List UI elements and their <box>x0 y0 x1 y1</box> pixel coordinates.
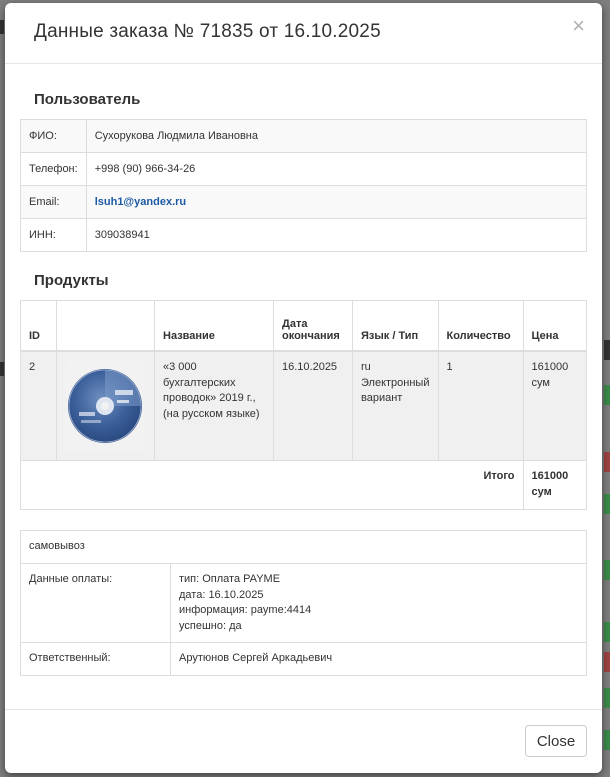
product-lang: ru <box>361 361 371 373</box>
user-section-title: Пользователь <box>34 91 141 108</box>
inn-label: ИНН: <box>20 218 87 252</box>
product-type: Электронный вариант <box>361 376 430 405</box>
modal-body: Пользователь ФИО: Сухорукова Людмила Ива… <box>5 64 602 676</box>
col-image <box>56 300 155 352</box>
product-id: 2 <box>20 350 57 461</box>
background-edge <box>604 730 610 750</box>
table-row: 2 «3 000 бухгалтерских проводок» 2019 г.… <box>20 350 587 461</box>
table-header-row: ID Название Дата окончания Язык / Тип Кол… <box>20 300 587 352</box>
col-id: ID <box>20 300 57 352</box>
background-edge <box>604 652 610 672</box>
total-value: 161000 сум <box>522 460 587 510</box>
table-row: самовывоз <box>20 530 587 564</box>
payment-info: информация: payme:4414 <box>179 604 312 616</box>
fio-value: Сухорукова Людмила Ивановна <box>85 119 588 153</box>
background-edge <box>0 20 4 34</box>
user-table: ФИО: Сухорукова Людмила Ивановна Телефон… <box>20 119 588 252</box>
table-row: Телефон: +998 (90) 966-34-26 <box>20 152 588 186</box>
product-end-date: 16.10.2025 <box>273 350 353 461</box>
payment-success: успешно: да <box>179 619 242 632</box>
table-row: Email: lsuh1@yandex.ru <box>20 185 588 219</box>
modal-header: Данные заказа № 71835 от 16.10.2025 × <box>5 3 602 64</box>
col-quantity: Количество <box>437 300 524 352</box>
payment-details: тип: Оплата PAYME дата: 16.10.2025 инфор… <box>170 563 587 643</box>
products-section-title: Продукты <box>34 272 109 289</box>
responsible-value: Арутюнов Сергей Аркадьевич <box>170 642 587 676</box>
product-quantity: 1 <box>437 350 524 461</box>
modal-title: Данные заказа № 71835 от 16.10.2025 <box>34 21 381 42</box>
col-name: Название <box>154 300 274 352</box>
table-row: Данные оплаты: тип: Оплата PAYME дата: 1… <box>20 563 587 643</box>
close-icon[interactable]: × <box>572 15 585 37</box>
col-price: Цена <box>522 300 587 352</box>
total-row: Итого 161000 сум <box>20 460 587 510</box>
background-edge <box>604 494 610 514</box>
order-details-modal: Данные заказа № 71835 от 16.10.2025 × По… <box>5 3 602 773</box>
products-table: ID Название Дата окончания Язык / Тип Кол… <box>20 300 587 510</box>
total-label: Итого <box>20 460 524 510</box>
inn-value: 309038941 <box>85 218 588 252</box>
table-row: ФИО: Сухорукова Людмила Ивановна <box>20 119 588 153</box>
responsible-label: Ответственный: <box>20 642 171 676</box>
background-edge <box>604 622 610 642</box>
col-end-date: Дата окончания <box>273 300 353 352</box>
email-link[interactable]: lsuh1@yandex.ru <box>95 196 186 208</box>
phone-value: +998 (90) 966-34-26 <box>85 152 588 186</box>
background-edge <box>604 385 610 405</box>
background-edge <box>604 688 610 708</box>
email-label: Email: <box>20 185 87 219</box>
close-button[interactable]: Close <box>525 725 587 757</box>
cd-disc-icon <box>65 360 145 452</box>
col-lang-type: Язык / Тип <box>352 300 439 352</box>
table-row: Ответственный: Арутюнов Сергей Аркадьеви… <box>20 642 587 676</box>
product-name: «3 000 бухгалтерских проводок» 2019 г., … <box>154 350 274 461</box>
background-edge <box>604 560 610 580</box>
payment-table: самовывоз Данные оплаты: тип: Оплата PAY… <box>20 530 587 676</box>
fio-label: ФИО: <box>20 119 87 153</box>
table-row: ИНН: 309038941 <box>20 218 588 252</box>
background-edge <box>0 362 4 376</box>
payment-date: дата: 16.10.2025 <box>179 588 264 601</box>
payment-label: Данные оплаты: <box>20 563 171 643</box>
background-edge <box>604 340 610 360</box>
phone-label: Телефон: <box>20 152 87 186</box>
background-edge <box>604 452 610 472</box>
product-price: 161000 сум <box>522 350 587 461</box>
payment-type: тип: Оплата PAYME <box>179 573 281 585</box>
delivery-method: самовывоз <box>20 530 587 564</box>
modal-footer: Close <box>5 709 602 773</box>
